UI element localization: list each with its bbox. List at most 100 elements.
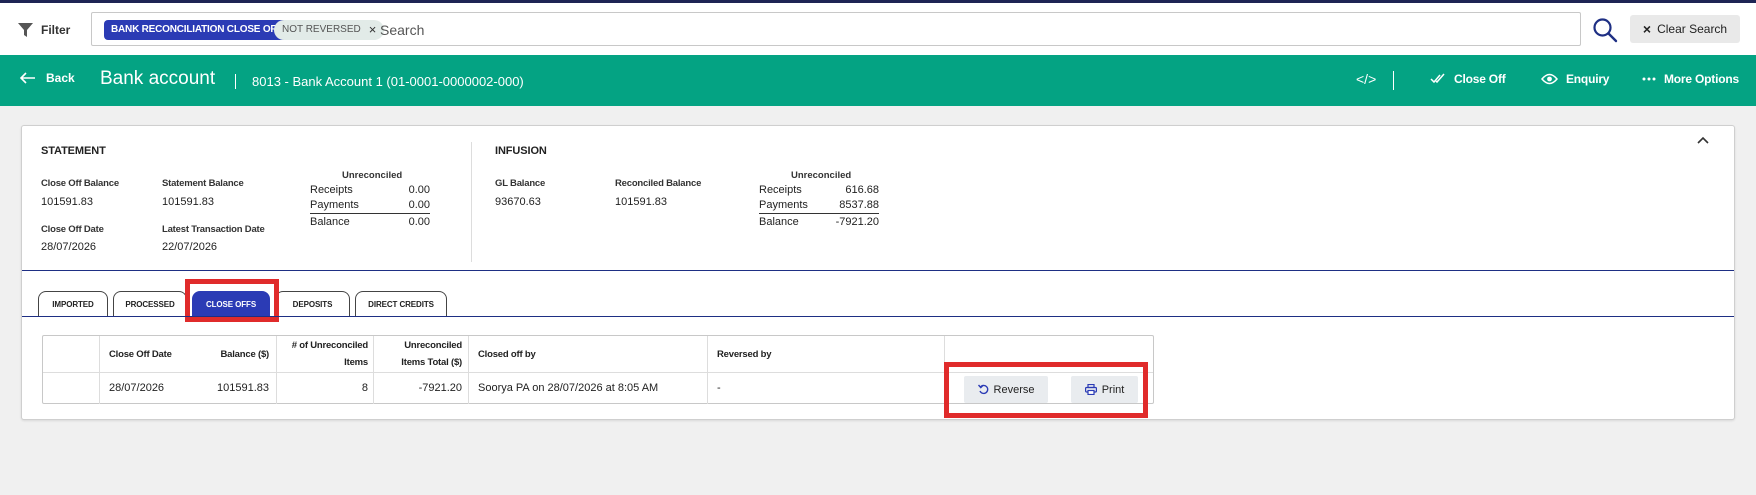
close-off-balance-label: Close Off Balance — [41, 178, 119, 189]
filter-bar: Filter BANK RECONCILIATION CLOSE OFF NOT… — [0, 3, 1756, 55]
bank-reconciliation-card: STATEMENT Close Off Balance 101591.83 St… — [21, 125, 1735, 420]
infusion-payments-row: Payments 8537.88 — [759, 199, 879, 211]
infusion-balance-row: Balance -7921.20 — [759, 216, 879, 228]
col-header-unreconciled-total: Unreconciled Items Total ($) — [374, 336, 462, 372]
back-button[interactable]: Back — [20, 71, 75, 85]
title-divider — [235, 74, 236, 89]
total-line — [759, 213, 879, 214]
arrow-left-icon — [20, 72, 35, 84]
header-line: Items — [344, 357, 368, 368]
infusion-title: INFUSION — [495, 145, 547, 157]
filter-label: Filter — [41, 23, 71, 37]
enquiry-button[interactable]: Enquiry — [1541, 72, 1609, 86]
tab-processed[interactable]: PROCESSED — [113, 291, 187, 316]
header-line: Items Total ($) — [401, 357, 462, 368]
col-header-unreconciled-items: # of Unreconciled Items — [277, 336, 369, 372]
page-header: Back Bank account 8013 - Bank Account 1 … — [0, 55, 1756, 106]
reverse-button[interactable]: Reverse — [964, 376, 1048, 403]
tab-imported[interactable]: IMPORTED — [38, 291, 108, 316]
page-title: Bank account — [100, 68, 216, 89]
printer-icon — [1084, 384, 1097, 395]
close-off-date-label: Close Off Date — [41, 224, 104, 235]
column-divider — [707, 336, 708, 404]
account-label: 8013 - Bank Account 1 (01-0001-0000002-0… — [252, 74, 524, 89]
header-divider — [1393, 71, 1394, 90]
payments-label: Payments — [759, 199, 808, 211]
balance-value: -7921.20 — [835, 216, 879, 228]
infusion-unreconciled-title: Unreconciled — [791, 170, 852, 181]
payments-value: 0.00 — [408, 199, 430, 211]
gl-balance-label: GL Balance — [495, 178, 546, 189]
statement-unreconciled-title: Unreconciled — [342, 170, 403, 181]
code-view-icon[interactable]: </> — [1356, 71, 1376, 87]
close-offs-table: Close Off Date Balance ($) # of Unreconc… — [42, 335, 1154, 404]
tab-deposits[interactable]: DEPOSITS — [275, 291, 350, 316]
statement-title: STATEMENT — [41, 145, 106, 157]
header-line: Unreconciled — [404, 340, 462, 351]
column-divider — [99, 336, 100, 404]
cell-closed-off-by: Soorya PA on 28/07/2026 at 8:05 AM — [478, 382, 659, 394]
statement-receipts-row: Receipts 0.00 — [310, 184, 430, 196]
column-divider — [468, 336, 469, 404]
filter-chip-not-reversed[interactable]: NOT REVERSED × — [274, 20, 385, 40]
section-divider — [471, 142, 472, 262]
summary-divider — [22, 270, 1734, 271]
eye-icon — [1541, 73, 1558, 85]
chip-label: NOT REVERSED — [282, 24, 361, 35]
cell-balance: 101591.83 — [217, 382, 269, 394]
close-off-label: Close Off — [1454, 72, 1506, 86]
cell-unreconciled-total: -7921.20 — [418, 382, 462, 394]
search-input[interactable] — [380, 19, 1280, 41]
receipts-label: Receipts — [310, 184, 353, 196]
col-header-balance: Balance ($) — [220, 348, 270, 360]
undo-icon — [977, 384, 988, 395]
cell-reversed-by: - — [717, 382, 721, 394]
filter-chip-bank-reconciliation[interactable]: BANK RECONCILIATION CLOSE OFF — [104, 20, 290, 40]
clear-icon: × — [1642, 21, 1652, 37]
close-off-date-value: 28/07/2026 — [41, 241, 97, 253]
reconciled-balance-value: 101591.83 — [615, 196, 667, 208]
funnel-icon — [18, 23, 33, 37]
search-icon[interactable] — [1592, 17, 1618, 43]
more-options-label: More Options — [1664, 72, 1739, 86]
infusion-receipts-row: Receipts 616.68 — [759, 184, 879, 196]
balance-label: Balance — [759, 216, 799, 228]
more-options-button[interactable]: More Options — [1642, 72, 1739, 86]
tab-close-offs[interactable]: CLOSE OFFS — [192, 291, 270, 316]
reconciled-balance-label: Reconciled Balance — [615, 178, 702, 189]
col-header-closed-off-by: Closed off by — [478, 348, 536, 360]
receipts-label: Receipts — [759, 184, 802, 196]
header-line: # of Unreconciled — [291, 340, 369, 351]
clear-search-button[interactable]: × Clear Search — [1630, 15, 1740, 43]
reverse-label: Reverse — [993, 383, 1035, 396]
remove-chip-icon[interactable]: × — [369, 20, 377, 40]
statement-balance-row: Balance 0.00 — [310, 216, 430, 228]
col-header-reversed-by: Reversed by — [717, 348, 772, 360]
latest-transaction-date-label: Latest Transaction Date — [162, 224, 265, 235]
close-off-button[interactable]: Close Off — [1430, 72, 1506, 86]
statement-payments-row: Payments 0.00 — [310, 199, 430, 211]
column-divider — [944, 336, 945, 404]
receipts-value: 616.68 — [845, 184, 879, 196]
statement-balance-label: Statement Balance — [162, 178, 244, 189]
payments-label: Payments — [310, 199, 359, 211]
print-label: Print — [1101, 383, 1125, 396]
double-check-icon — [1430, 73, 1445, 84]
total-line — [310, 213, 430, 214]
clear-search-label: Clear Search — [1657, 22, 1728, 36]
balance-value: 0.00 — [408, 216, 430, 228]
balance-label: Balance — [310, 216, 350, 228]
latest-transaction-date-value: 22/07/2026 — [162, 241, 218, 253]
cell-unreconciled-items: 8 — [361, 382, 368, 394]
statement-balance-value: 101591.83 — [162, 196, 214, 208]
more-dots-icon — [1642, 77, 1656, 81]
print-button[interactable]: Print — [1071, 376, 1138, 403]
gl-balance-value: 93670.63 — [495, 196, 541, 208]
search-box[interactable]: BANK RECONCILIATION CLOSE OFF NOT REVERS… — [91, 12, 1581, 46]
tab-direct-credits[interactable]: DIRECT CREDITS — [355, 291, 447, 316]
chevron-up-icon[interactable] — [1697, 136, 1709, 144]
enquiry-label: Enquiry — [1566, 72, 1610, 86]
filter-button[interactable]: Filter — [18, 19, 70, 41]
payments-value: 8537.88 — [839, 199, 879, 211]
close-off-balance-value: 101591.83 — [41, 196, 93, 208]
